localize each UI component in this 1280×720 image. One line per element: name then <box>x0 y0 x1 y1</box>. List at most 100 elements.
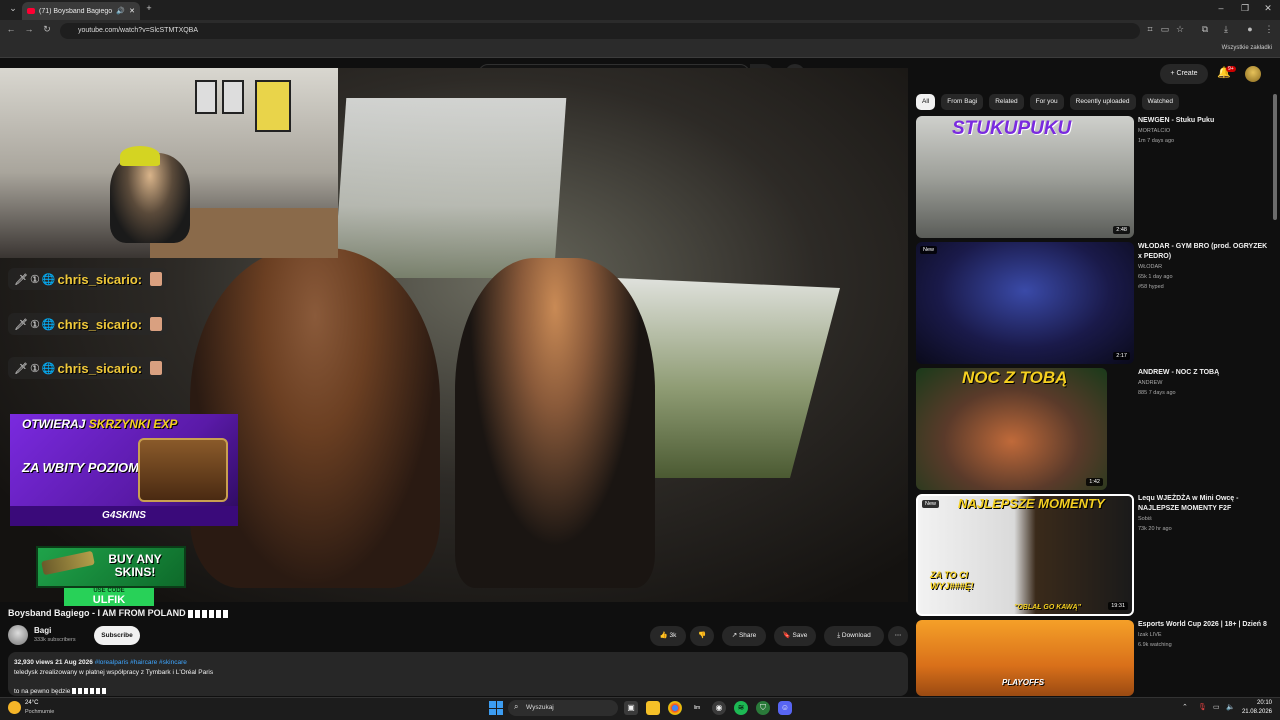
close-window-icon[interactable]: ✕ <box>1257 3 1279 14</box>
number-one-badge-icon: ① <box>29 362 40 375</box>
task-view-icon[interactable]: ▣ <box>624 701 638 715</box>
create-button[interactable]: + Create <box>1160 64 1208 84</box>
more-actions-icon[interactable]: ⋯ <box>888 626 908 646</box>
chat-message: 🗡 ① 🌐 chris_sicario: <box>8 268 169 290</box>
network-icon[interactable]: ▭ <box>1213 703 1220 711</box>
channel-name[interactable]: Bagi <box>34 626 51 635</box>
rec-title[interactable]: Esports World Cup 2026 | 18+ | Dzień 8 <box>1138 620 1268 630</box>
shield-icon[interactable]: ⛉ <box>756 701 770 715</box>
microphone-tray-icon[interactable]: 🎙 <box>1198 703 1207 711</box>
rec-title[interactable]: WŁODAR - GYM BRO (prod. OGRYZEK x PEDRO) <box>1138 242 1268 262</box>
channel-avatar[interactable] <box>8 625 28 645</box>
clock-date[interactable]: 21.08.2026 <box>1238 709 1272 715</box>
rec-channel[interactable]: ANDREW <box>1138 380 1162 386</box>
video-car-window-left <box>333 98 567 278</box>
windows-taskbar <box>0 697 1280 720</box>
rec-channel[interactable]: Izak LIVE <box>1138 632 1162 638</box>
emote-icon <box>150 272 163 286</box>
description-line: to na pewno będzie <box>14 688 109 695</box>
chip-all[interactable]: All <box>916 94 936 110</box>
extensions-icon[interactable]: ⧉ <box>1198 24 1212 35</box>
rec-thumbnail[interactable]: New 2:17 <box>916 242 1134 364</box>
all-bookmarks-link[interactable]: Wszystkie zakładki <box>1222 45 1272 51</box>
chip-for-you[interactable]: For you <box>1029 94 1064 110</box>
filter-chips: All From Bagi Related For you Recently u… <box>916 94 1179 110</box>
volume-icon[interactable]: 🔈 <box>1226 703 1235 711</box>
rec-title[interactable]: Lequ WJEŻDŻA w Mini Owcę - NAJLEPSZE MOM… <box>1138 494 1268 514</box>
tab-close-icon[interactable]: ✕ <box>129 7 135 15</box>
reload-icon[interactable]: ↻ <box>40 24 54 35</box>
like-button[interactable]: 👍 3k <box>650 626 686 646</box>
chat-message: 🗡 ① 🌐 chris_sicario: <box>8 357 169 379</box>
hashtags[interactable]: #lorealparis #haircare #skincare <box>95 659 187 666</box>
start-menu-icon[interactable] <box>489 701 503 715</box>
promo-headline-b: SKRZYNKI EXP <box>88 417 178 431</box>
video-title-text: Boysband Bagiego - I AM FROM POLAND <box>8 608 186 618</box>
weather-icon[interactable] <box>8 701 21 714</box>
subscribe-button[interactable]: Subscribe <box>94 626 140 645</box>
minimize-icon[interactable]: – <box>1210 3 1232 13</box>
translate-icon[interactable]: ⌗ <box>1143 24 1157 35</box>
rec-thumbnail[interactable]: NOC Z TOBĄ 1:42 <box>916 368 1107 490</box>
profile-icon[interactable]: ● <box>1243 24 1257 34</box>
subscriber-count: 333k subscribers <box>34 637 76 643</box>
description-meta: 32,930 views 21 Aug 2026 #lorealparis #h… <box>14 659 187 666</box>
discord-icon[interactable]: ☺ <box>778 701 792 715</box>
forward-icon[interactable]: → <box>22 24 36 34</box>
tray-chevron-icon[interactable]: ⌃ <box>1182 703 1188 711</box>
weather-description[interactable]: Pochmurnie <box>25 709 54 715</box>
rec-thumbnail[interactable]: PLAYOFFS <box>916 620 1134 696</box>
share-button[interactable]: ↗ Share <box>722 626 766 646</box>
duration-badge: 1:42 <box>1086 478 1103 486</box>
dislike-button[interactable]: 👎 <box>690 626 714 646</box>
rec-thumbnail[interactable]: New NAJLEPSZE MOMENTY ZA TO CI WYJ###Ę! … <box>916 494 1134 616</box>
new-tab-button[interactable]: + <box>138 3 160 13</box>
page-scrollbar[interactable] <box>1273 94 1277 220</box>
taskbar-search-input[interactable]: Wyszukaj <box>508 700 618 716</box>
promo-subheadline: ZA WBITY POZIOM! <box>22 460 144 475</box>
file-explorer-icon[interactable] <box>646 701 660 715</box>
maximize-icon[interactable]: ❐ <box>1234 3 1256 14</box>
download-button[interactable]: ⤓ Download <box>824 626 884 646</box>
rec-title[interactable]: ANDREW - NOC Z TOBĄ <box>1138 368 1268 378</box>
save-button[interactable]: 🔖 Save <box>774 626 816 646</box>
rec-meta: 65k 1 day ago <box>1138 274 1173 280</box>
tab-title: (71) Boysband Bagiego - I AM <box>39 7 113 15</box>
thumb-caption: STUKUPUKU <box>952 118 1072 139</box>
back-icon[interactable]: ← <box>4 24 18 34</box>
wall-frame <box>195 80 217 114</box>
notification-count-badge: 9+ <box>1226 66 1236 72</box>
promo-headline: OTWIERAJ SKRZYNKI EXP <box>22 417 177 431</box>
browser-tab[interactable]: (71) Boysband Bagiego - I AM 🔊 ✕ <box>22 2 140 20</box>
chip-from-bagi[interactable]: From Bagi <box>941 94 984 110</box>
weather-temperature[interactable]: 24°C <box>25 700 38 706</box>
wall-frame <box>222 80 244 114</box>
app-icon[interactable]: lim <box>690 701 704 715</box>
bookmark-star-icon[interactable]: ☆ <box>1173 24 1187 35</box>
chip-related[interactable]: Related <box>989 94 1024 110</box>
new-badge: New <box>922 500 940 508</box>
rec-thumbnail[interactable]: STUKUPUKU 2:48 <box>916 116 1134 238</box>
rec-channel[interactable]: Sobiś <box>1138 516 1152 522</box>
cast-icon[interactable]: ▭ <box>1158 24 1172 35</box>
save-label: Save <box>792 632 808 639</box>
rec-channel[interactable]: WŁODAR <box>1138 264 1162 270</box>
avatar[interactable] <box>1245 66 1261 82</box>
rec-title[interactable]: NEWGEN - Stuku Puku <box>1138 116 1268 126</box>
chip-recently-uploaded[interactable]: Recently uploaded <box>1069 94 1136 110</box>
url-bar[interactable]: youtube.com/watch?v=SlcSTMTXQBA <box>60 23 1140 39</box>
spotify-icon[interactable]: ≋ <box>734 701 748 715</box>
rec-hype: #58 hyped <box>1138 284 1164 290</box>
browser-menu-icon[interactable]: ⋮ <box>1262 24 1276 35</box>
chip-watched[interactable]: Watched <box>1141 94 1179 110</box>
downloads-icon[interactable]: ⤓ <box>1219 24 1233 35</box>
thumb-caption: ZA TO CI WYJ###Ę! <box>930 570 974 591</box>
tab-audio-icon[interactable]: 🔊 <box>116 7 125 15</box>
obs-icon[interactable]: ◉ <box>712 701 726 715</box>
chrome-icon[interactable] <box>668 701 682 715</box>
rec-channel[interactable]: MORTALCIO <box>1138 128 1170 134</box>
clock-time[interactable]: 20:10 <box>1238 700 1272 706</box>
globe-badge-icon: 🌐 <box>41 273 56 286</box>
sword-badge-icon: 🗡 <box>14 318 28 331</box>
tab-list-icon[interactable]: ⌄ <box>2 3 24 14</box>
